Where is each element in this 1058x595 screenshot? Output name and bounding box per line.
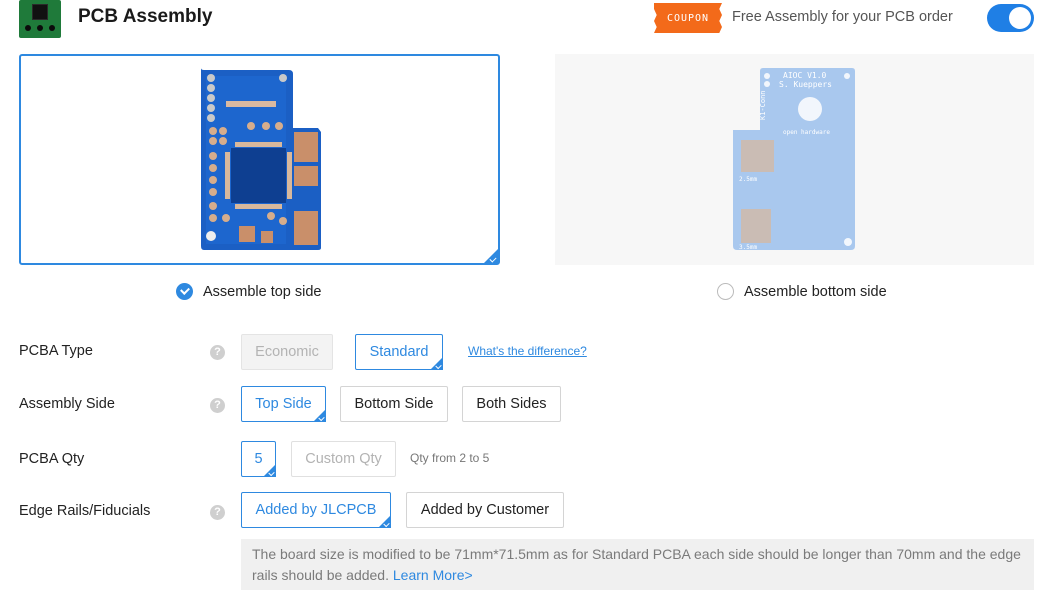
assemble-bottom-side-label: Assemble bottom side (744, 283, 887, 300)
selected-check-icon (378, 515, 391, 528)
assembly-side-both[interactable]: Both Sides (462, 386, 561, 422)
assemble-bottom-side-radio[interactable]: Assemble bottom side (717, 283, 887, 300)
pcb-assembly-icon (19, 0, 61, 38)
selected-check-icon (263, 464, 276, 477)
section-header: PCB Assembly COUPON Free Assembly for yo… (0, 0, 1058, 40)
bottom-board-label: 3.5mm (739, 244, 757, 251)
edge-rails-jlcpcb[interactable]: Added by JLCPCB (241, 492, 391, 528)
learn-more-link[interactable]: Learn More> (393, 567, 473, 583)
help-icon[interactable]: ? (210, 345, 225, 360)
coupon-badge: COUPON (654, 3, 722, 33)
coupon-text: Free Assembly for your PCB order (732, 9, 953, 25)
radio-unchecked-icon (717, 283, 734, 300)
custom-qty-input[interactable]: Custom Qty (291, 441, 396, 477)
pcba-qty-5[interactable]: 5 (241, 441, 276, 477)
assembly-side-top[interactable]: Top Side (241, 386, 326, 422)
edge-rails-jlcpcb-label: Added by JLCPCB (255, 502, 377, 518)
pcba-qty-label: PCBA Qty (19, 451, 85, 467)
pcba-type-standard-label: Standard (369, 344, 429, 360)
qty-hint: Qty from 2 to 5 (410, 451, 490, 465)
edge-rails-info-text: The board size is modified to be 71mm*71… (252, 546, 1021, 583)
pcba-type-standard[interactable]: Standard (355, 334, 443, 370)
pcb-top-image (201, 68, 321, 250)
pcba-type-economic[interactable]: Economic (241, 334, 333, 370)
assemble-top-side-radio[interactable]: Assemble top side (176, 283, 321, 300)
help-icon[interactable]: ? (210, 505, 225, 520)
assembly-side-top-label: Top Side (255, 396, 312, 412)
bottom-board-label: K1-Conn (759, 90, 767, 120)
free-assembly-toggle[interactable] (987, 4, 1034, 32)
bottom-board-label: open hardware (783, 129, 830, 136)
bottom-board-label: S. Kueppers (779, 80, 832, 89)
help-icon[interactable]: ? (210, 398, 225, 413)
section-title: PCB Assembly (78, 6, 213, 27)
selected-check-icon (484, 249, 498, 263)
assembly-side-bottom[interactable]: Bottom Side (340, 386, 448, 422)
pcb-bottom-image: AIOC V1.0 S. Kueppers open hardware K1-C… (733, 68, 855, 251)
selected-check-icon (430, 357, 443, 370)
top-side-preview[interactable] (19, 54, 500, 265)
selected-check-icon (313, 409, 326, 422)
edge-rails-info: The board size is modified to be 71mm*71… (241, 539, 1034, 590)
pcba-type-label: PCBA Type (19, 343, 93, 359)
edge-rails-label: Edge Rails/Fiducials (19, 503, 151, 519)
pcba-qty-value: 5 (254, 451, 263, 467)
assemble-top-side-label: Assemble top side (203, 283, 322, 300)
edge-rails-customer[interactable]: Added by Customer (406, 492, 564, 528)
assembly-side-label: Assembly Side (19, 396, 115, 412)
bottom-board-label: 2.5mm (739, 176, 757, 183)
radio-checked-icon (176, 283, 193, 300)
bottom-side-preview[interactable]: AIOC V1.0 S. Kueppers open hardware K1-C… (555, 54, 1034, 265)
bottom-board-label: AIOC V1.0 (783, 71, 827, 80)
whats-the-difference-link[interactable]: What's the difference? (468, 344, 587, 358)
